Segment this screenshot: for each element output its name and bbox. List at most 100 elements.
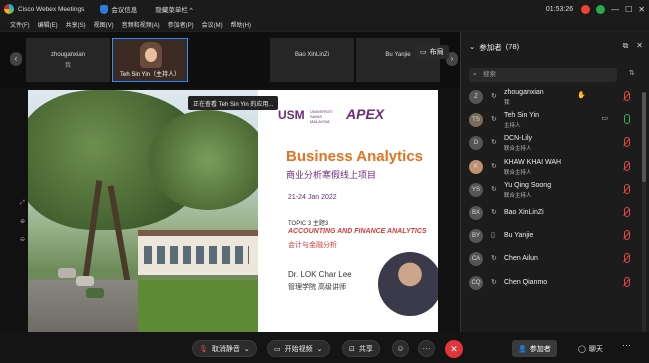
device-icon: ↻: [491, 116, 497, 124]
list-item[interactable]: YS ↻ Yu Qing Soong 联合主持人: [461, 179, 649, 202]
mic-muted-icon[interactable]: [624, 253, 630, 264]
avatar: BX: [469, 205, 483, 220]
device-icon: ↻: [491, 185, 497, 193]
list-item[interactable]: BY ▯ Bu Yanjie: [461, 225, 649, 248]
device-icon: ↻: [491, 139, 497, 147]
participant-name: Teh Sin Yin: [504, 112, 540, 120]
chat-button[interactable]: ◯ 聊天: [578, 340, 603, 357]
list-item[interactable]: TS ↻ Teh Sin Yin 主持人 ▭: [461, 109, 649, 132]
avatar: Z: [469, 90, 483, 104]
restore-button[interactable]: ☐: [625, 5, 632, 14]
list-item[interactable]: BX ↻ Bao XinLinZi: [461, 202, 649, 225]
slide-panel: USM UNIVERSITI SAINS MALAYSIA APEX Busin…: [258, 90, 438, 332]
menu-share[interactable]: 共享(S): [66, 20, 86, 29]
campus-photo: [28, 90, 268, 332]
list-item[interactable]: K ↻ KHAW KHAI WAH 联合主持人: [461, 156, 649, 179]
layout-button[interactable]: ▭ 布局: [415, 45, 449, 59]
share-icon: ⊡: [349, 345, 355, 353]
participant-search-input[interactable]: 搜索: [469, 68, 617, 82]
start-video-button[interactable]: ▭ 开始视频 ⌄: [267, 340, 330, 357]
grass: [138, 280, 258, 332]
mic-muted-icon[interactable]: [624, 183, 630, 194]
panel-icons: ⧉ ✕: [623, 41, 643, 51]
list-item[interactable]: CQ ↻ Chen Qianmo: [461, 272, 649, 295]
share-button[interactable]: ⊡ 共享: [342, 340, 380, 357]
tile-sub: 我: [64, 63, 71, 69]
menu-edit[interactable]: 编辑(E): [38, 20, 58, 29]
strip-prev-button[interactable]: ‹: [10, 52, 22, 66]
meeting-info-button[interactable]: 会议信息: [100, 4, 137, 14]
device-icon: ↻: [491, 93, 497, 100]
tile-name: Teh Sin Yin（主持人）: [119, 72, 181, 78]
menu-audio-video[interactable]: 音频和视频(A): [122, 20, 160, 29]
participant-role: 联合主持人: [504, 192, 532, 199]
slide-subtitle: 商业分析寒假线上项目: [286, 170, 377, 180]
participant-name: Chen Qianmo: [504, 278, 548, 286]
participant-scrollbar[interactable]: [642, 92, 646, 332]
mic-muted-icon[interactable]: [624, 91, 630, 101]
chat-label: 聊天: [588, 345, 603, 353]
share-label: 共享: [358, 345, 373, 353]
list-item[interactable]: Z ↻ zhouganxian 我 ✋: [461, 86, 649, 109]
chat-icon: ◯: [578, 345, 586, 353]
participants-button[interactable]: 👤 参加者: [512, 340, 557, 357]
menu-view[interactable]: 视图(V): [94, 20, 114, 29]
end-meeting-button[interactable]: ✕: [445, 340, 463, 358]
chevron-down-icon: ⌄: [243, 345, 250, 353]
close-panel-icon[interactable]: ✕: [636, 41, 643, 51]
menu-help[interactable]: 帮助(H): [231, 20, 251, 29]
video-tile-bao[interactable]: Bao XinLinZi: [270, 38, 354, 82]
mic-muted-icon[interactable]: [624, 137, 630, 148]
menu-participants[interactable]: 参加者(P): [168, 20, 194, 29]
collapse-icon[interactable]: ⌄: [469, 42, 475, 53]
participant-name: Yu Qing Soong: [504, 181, 552, 189]
zoom-in-icon[interactable]: ⊕: [20, 218, 28, 236]
list-item[interactable]: D ↻ DCN-Lily 联合主持人: [461, 132, 649, 155]
more-menu-button[interactable]: ···: [622, 340, 631, 350]
unmute-label: 取消静音: [211, 345, 240, 353]
lecturer-photo: [378, 252, 438, 316]
phone-icon: ▯: [491, 232, 495, 240]
slide-title: Business Analytics: [286, 148, 423, 165]
minimize-button[interactable]: —: [611, 5, 619, 14]
list-item[interactable]: CA ↻ Chen Ailun: [461, 248, 649, 271]
participants-label: 参加者: [529, 345, 551, 353]
participant-role: 联合主持人: [504, 146, 532, 153]
video-strip: ‹ zhouganxian 我 Teh Sin Yin（主持人） Bao Xin…: [0, 32, 460, 88]
mic-muted-icon[interactable]: [624, 276, 630, 287]
slide-topic-cn: 会计与金融分析: [288, 242, 337, 249]
menu-meeting[interactable]: 会议(M): [202, 20, 223, 29]
participant-count: (78): [505, 42, 520, 51]
panel-header: ⌄ 参加者 (78): [469, 42, 519, 53]
zoom-out-icon[interactable]: ⊖: [20, 236, 28, 254]
reactions-button[interactable]: ☺: [392, 340, 409, 357]
avatar: D: [469, 136, 483, 151]
recording-icon[interactable]: [581, 4, 591, 14]
video-tile-host[interactable]: Teh Sin Yin（主持人）: [112, 38, 188, 82]
mic-muted-icon[interactable]: [624, 230, 630, 241]
tile-name: zhouganxian: [50, 52, 86, 58]
participant-role: 主持人: [504, 123, 521, 130]
pointer-icon[interactable]: ⤢: [20, 200, 28, 218]
connection-icon[interactable]: [596, 4, 606, 14]
usm-logo: USM: [278, 108, 305, 122]
mic-muted-icon[interactable]: [624, 206, 630, 217]
device-icon: ↻: [491, 278, 497, 286]
close-button[interactable]: ✕: [638, 5, 645, 14]
chevron-down-icon: ⌄: [316, 345, 323, 353]
sort-icon[interactable]: ⇅: [629, 69, 635, 77]
participant-role: 我: [504, 100, 510, 106]
hide-menu-bar-button[interactable]: 隐藏菜单栏 ^: [155, 4, 192, 14]
start-video-label: 开始视频: [284, 345, 313, 353]
unmute-button[interactable]: 🎙 取消静音 ⌄: [192, 340, 257, 357]
shared-content: USM UNIVERSITI SAINS MALAYSIA APEX Busin…: [28, 90, 438, 332]
people-icon: 👤: [518, 345, 527, 353]
video-tile-self[interactable]: zhouganxian 我: [26, 38, 110, 82]
mic-on-icon[interactable]: [624, 114, 630, 125]
more-options-button[interactable]: ···: [418, 340, 435, 357]
popout-icon[interactable]: ⧉: [623, 41, 629, 51]
slide-topic-en: ACCOUNTING AND FINANCE ANALYTICS: [288, 228, 427, 235]
mic-muted-icon[interactable]: [624, 160, 630, 171]
device-icon: ↻: [491, 255, 497, 263]
menu-file[interactable]: 文件(F): [10, 20, 30, 29]
